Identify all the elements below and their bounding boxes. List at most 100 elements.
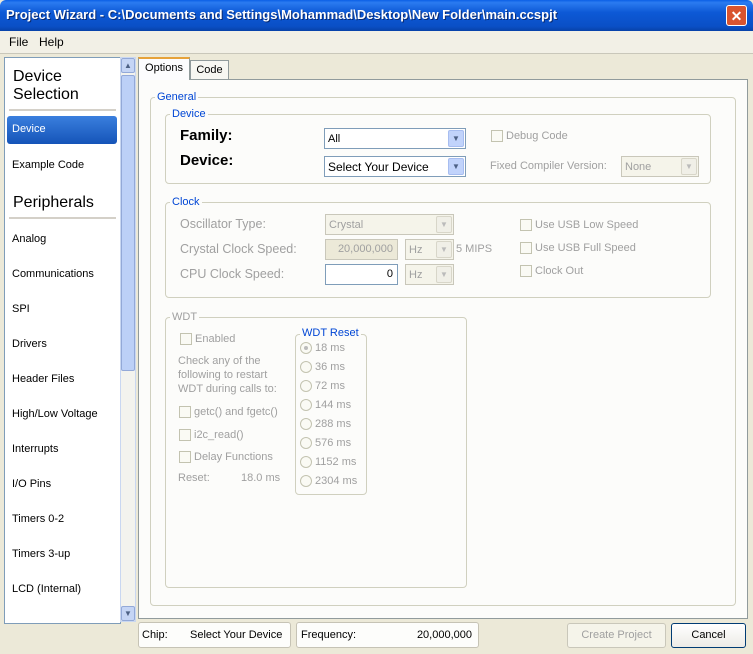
device-selection-heading: Device Selection [13,68,79,103]
scroll-down-icon[interactable]: ▼ [121,606,135,621]
frequency-status: Frequency: 20,000,000 [296,622,479,648]
wdt-reset-option: 576 ms [315,437,352,449]
crystal-speed-field[interactable]: 20,000,000 [325,239,398,260]
crystal-unit-select[interactable]: Hz ▼ [405,239,454,260]
debug-code-checkbox[interactable] [491,130,503,142]
cancel-button[interactable]: Cancel [671,623,746,648]
menu-bar: File Help [0,31,753,54]
close-icon: ✕ [730,8,743,24]
wdt-reset-radio-18ms[interactable] [300,342,312,354]
sidebar-item-drivers[interactable]: Drivers [12,338,47,350]
usb-low-speed-checkbox[interactable] [520,219,532,231]
clock-out-label: Clock Out [535,265,584,277]
wdt-reset-radio-36ms[interactable] [300,361,312,373]
cpu-unit-select[interactable]: Hz ▼ [405,264,454,285]
device-label: Device: [180,152,234,169]
getc-label: getc() and fgetc() [194,406,278,418]
wdt-description: Check any of the following to restart WD… [178,355,277,395]
clock-group-label: Clock [170,196,202,208]
tab-options[interactable]: Options [138,57,190,80]
sidebar-item-header-files[interactable]: Header Files [12,373,74,385]
menu-help[interactable]: Help [39,35,64,49]
crystal-speed-label: Crystal Clock Speed: [180,242,297,256]
wdt-reset-option: 288 ms [315,418,352,430]
fixed-compiler-label: Fixed Compiler Version: [490,160,607,172]
frequency-label: Frequency: [301,629,357,641]
sidebar-item-interrupts[interactable]: Interrupts [12,443,58,455]
general-group-label: General [155,91,199,103]
sidebar-divider [9,109,116,111]
close-button[interactable]: ✕ [726,5,747,26]
wdt-reset-option: 18 ms [315,342,345,354]
wdt-reset-radio-288ms[interactable] [300,418,312,430]
i2c-read-label: i2c_read() [194,429,244,441]
sidebar-item-spi[interactable]: SPI [12,303,30,315]
cpu-speed-field[interactable]: 0 [325,264,398,285]
delay-functions-checkbox[interactable] [179,451,191,463]
chevron-down-icon: ▼ [436,216,452,233]
family-label: Family: [180,127,233,144]
usb-full-speed-label: Use USB Full Speed [535,242,636,254]
chevron-down-icon: ▼ [448,130,464,147]
delay-functions-label: Delay Functions [194,451,273,463]
chevron-down-icon: ▼ [436,266,452,283]
sidebar-item-io-pins[interactable]: I/O Pins [12,478,51,490]
getc-checkbox[interactable] [179,406,191,418]
sidebar-scrollbar[interactable]: ▲ ▼ [120,57,136,622]
usb-low-speed-label: Use USB Low Speed [535,219,639,231]
peripherals-heading: Peripherals [13,194,94,211]
family-select[interactable]: All ▼ [324,128,466,149]
create-project-button[interactable]: Create Project [567,623,666,648]
frequency-value: 20,000,000 [416,629,472,641]
sidebar-item-analog[interactable]: Analog [12,233,46,245]
chip-status: Chip: Select Your Device [138,622,291,648]
window-title: Project Wizard - C:\Documents and Settin… [6,7,558,22]
tab-code[interactable]: Code [190,60,229,80]
sidebar-item-timers-0-2[interactable]: Timers 0-2 [12,513,64,525]
reset-value: 18.0 ms [241,472,281,484]
wdt-reset-option: 36 ms [315,361,345,373]
mips-readout: 5 MIPS [456,243,493,255]
wdt-reset-group [295,334,367,495]
wdt-reset-radio-1152ms[interactable] [300,456,312,468]
wdt-reset-radio-576ms[interactable] [300,437,312,449]
device-group-label: Device [170,108,208,120]
sidebar-item-example-code[interactable]: Example Code [12,159,84,171]
scroll-thumb[interactable] [121,75,135,371]
oscillator-label: Oscillator Type: [180,217,266,231]
chip-value: Select Your Device [190,629,283,641]
wdt-reset-option: 2304 ms [315,475,358,487]
clock-out-checkbox[interactable] [520,265,532,277]
reset-label: Reset: [178,472,210,484]
wdt-enabled-checkbox[interactable] [180,333,192,345]
chip-label: Chip: [142,629,168,641]
wdt-reset-option: 1152 ms [315,456,357,468]
i2c-read-checkbox[interactable] [179,429,191,441]
debug-code-label: Debug Code [506,130,568,142]
wdt-reset-option: 72 ms [315,380,345,392]
sidebar-item-communications[interactable]: Communications [12,268,94,280]
sidebar-item-device[interactable]: Device [7,116,117,144]
sidebar-item-timers-3-up[interactable]: Timers 3-up [12,548,70,560]
wdt-reset-label: WDT Reset [300,327,361,339]
sidebar: Device Selection Device Example Code Per… [4,57,121,624]
chevron-down-icon: ▼ [681,158,697,175]
sidebar-item-lcd-internal[interactable]: LCD (Internal) [12,583,81,595]
chevron-down-icon: ▼ [448,158,464,175]
scroll-up-icon[interactable]: ▲ [121,58,135,73]
wdt-reset-radio-72ms[interactable] [300,380,312,392]
fixed-compiler-select[interactable]: None ▼ [621,156,699,177]
cpu-speed-label: CPU Clock Speed: [180,267,285,281]
wdt-enabled-label: Enabled [195,333,236,345]
device-select[interactable]: Select Your Device ▼ [324,156,466,177]
wdt-group-label: WDT [170,311,200,323]
chevron-down-icon: ▼ [436,241,452,258]
usb-full-speed-checkbox[interactable] [520,242,532,254]
sidebar-divider [9,217,116,219]
wdt-reset-radio-2304ms[interactable] [300,475,312,487]
menu-file[interactable]: File [9,35,28,49]
sidebar-item-high-low-voltage[interactable]: High/Low Voltage [12,408,98,420]
oscillator-select[interactable]: Crystal ▼ [325,214,454,235]
wdt-reset-radio-144ms[interactable] [300,399,312,411]
wdt-reset-option: 144 ms [315,399,352,411]
